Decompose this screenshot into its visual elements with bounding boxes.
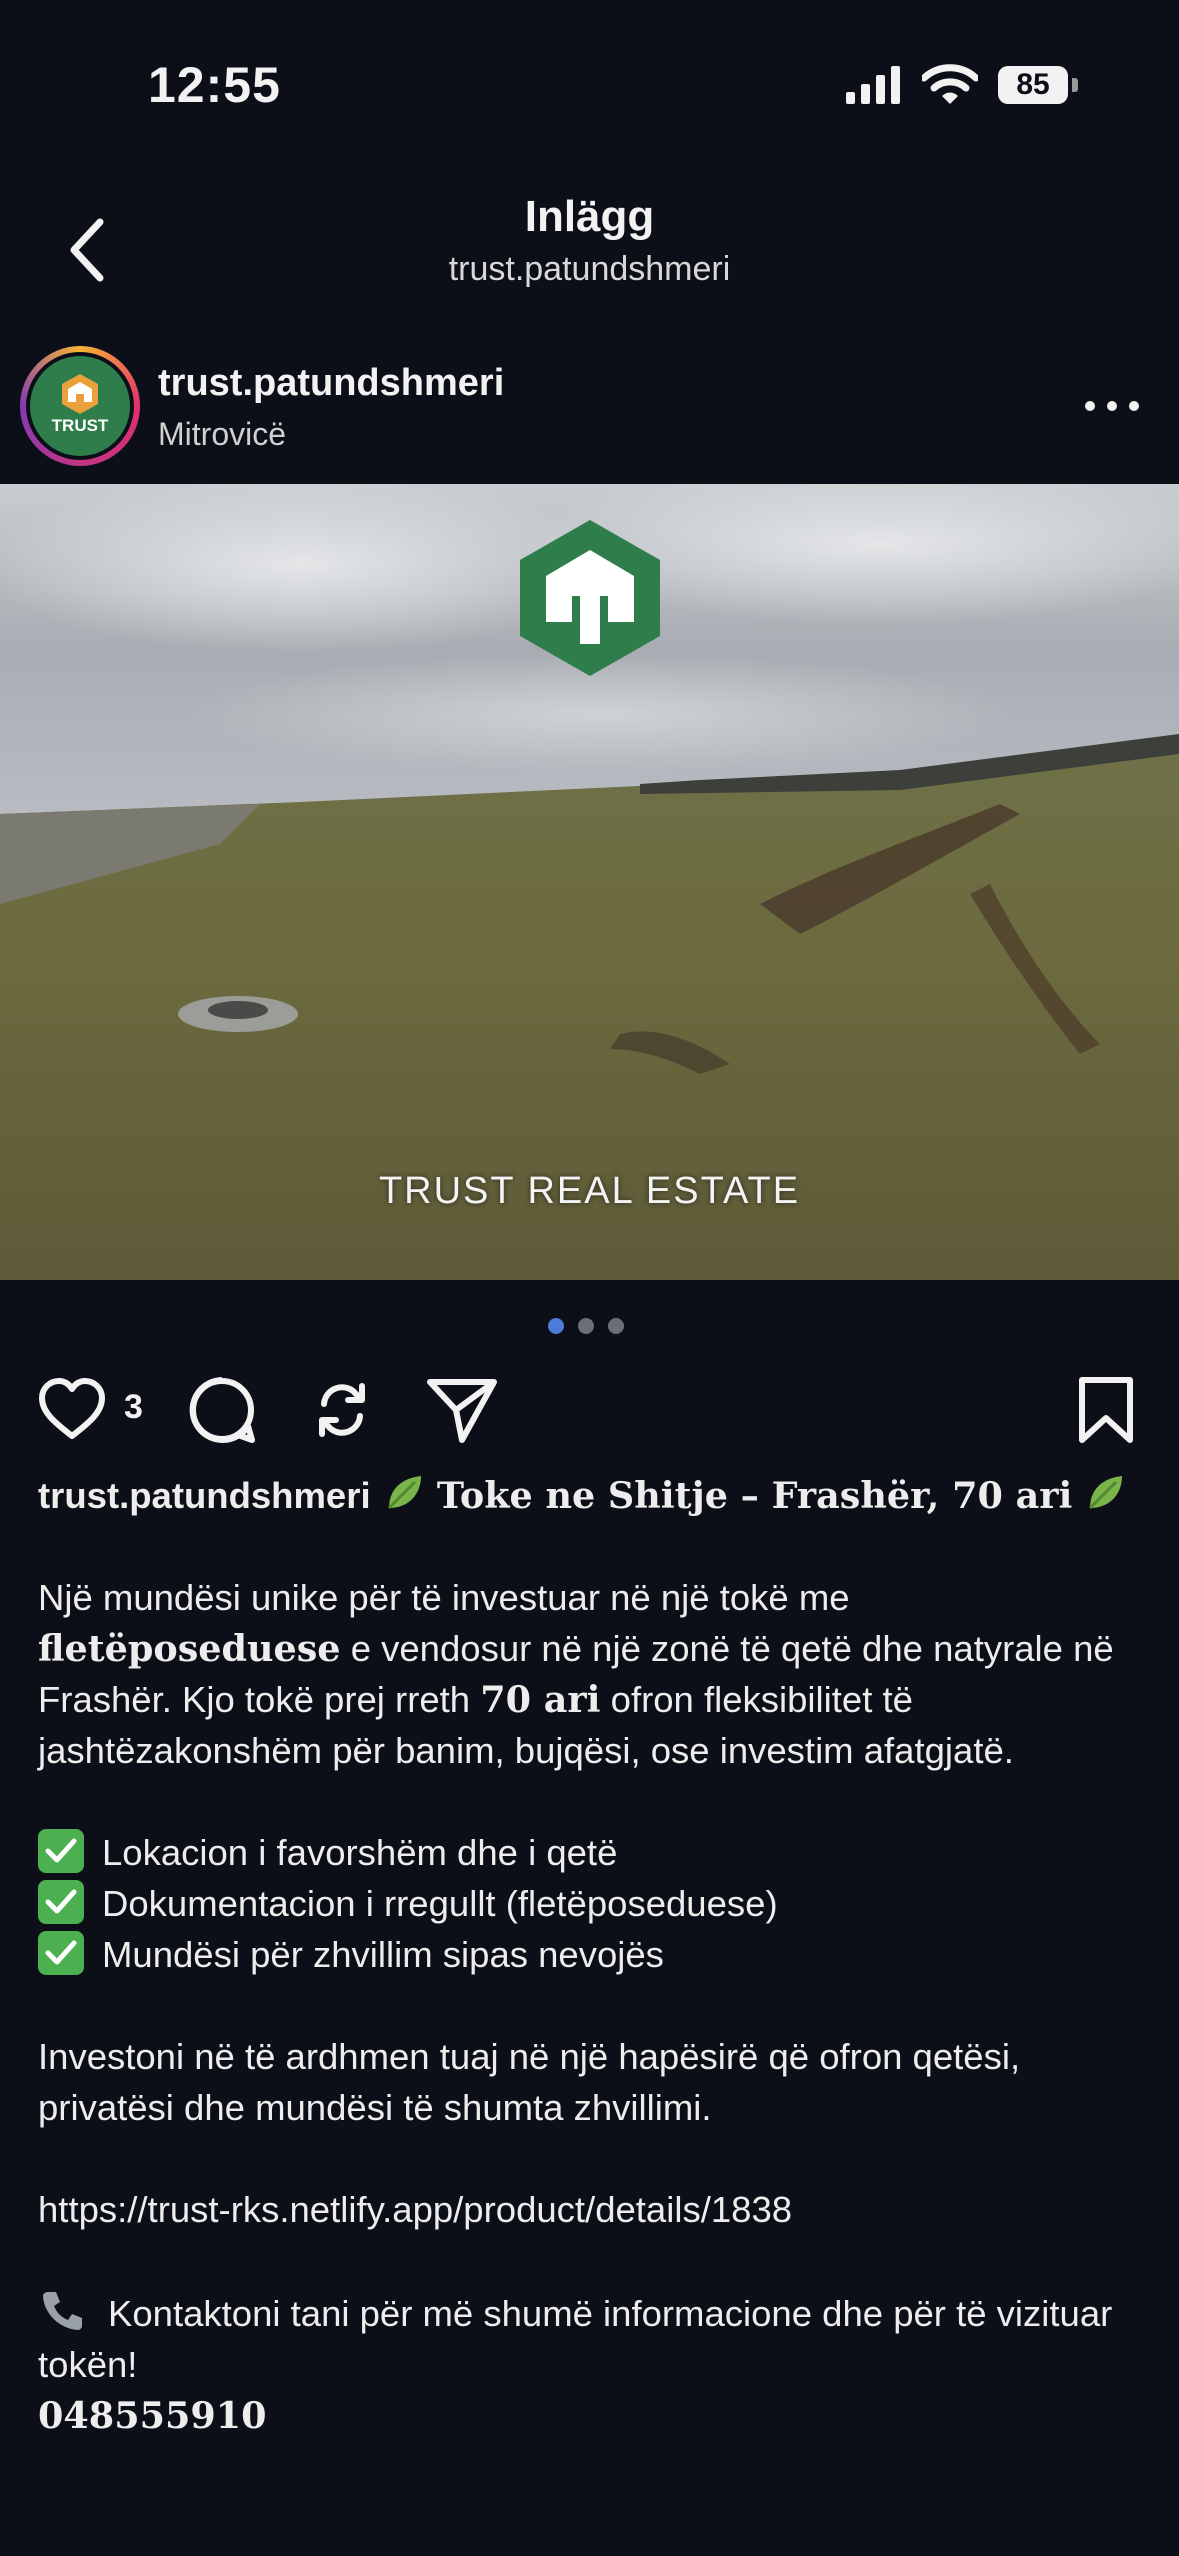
post-caption: trust.patundshmeri Toke ne Shitje – Fras… xyxy=(38,1470,1148,2441)
like-count[interactable]: 3 xyxy=(124,1388,143,1427)
caption-paragraph-1: Një mundësi unike për të investuar në nj… xyxy=(38,1572,1148,1776)
phone-icon xyxy=(43,2292,82,2330)
post-header: TRUST trust.patundshmeri Mitrovicë xyxy=(0,338,1179,478)
carousel-dot-3 xyxy=(608,1318,624,1334)
wifi-icon xyxy=(922,64,978,104)
battery-indicator: 85 xyxy=(998,66,1068,104)
post-username[interactable]: trust.patundshmeri xyxy=(158,362,504,405)
caption-link[interactable]: https://trust-rks.netlify.app/product/de… xyxy=(38,2184,1148,2235)
leaf-emoji-icon xyxy=(1089,1476,1123,1510)
contact-text: Kontaktoni tani për më shumë informacion… xyxy=(38,2293,1113,2385)
avatar[interactable]: TRUST xyxy=(20,346,140,466)
post-image[interactable]: TRUST REAL ESTATE xyxy=(0,484,1179,1280)
checklist-text: Mundësi për zhvillim sipas nevojës xyxy=(102,1934,664,1975)
carousel-dot-2 xyxy=(578,1318,594,1334)
comment-icon[interactable] xyxy=(186,1374,258,1446)
checklist-text: Dokumentacion i rregullt (fletëposeduese… xyxy=(102,1883,778,1924)
carousel-dot-1 xyxy=(548,1318,564,1334)
image-watermark: TRUST REAL ESTATE xyxy=(378,1170,801,1212)
check-mark-icon xyxy=(38,1829,84,1873)
caption-bold-text: 70 ari xyxy=(480,1678,601,1721)
caption-username[interactable]: trust.patundshmeri xyxy=(38,1475,371,1516)
caption-contact: Kontaktoni tani për më shumë informacion… xyxy=(38,2286,1148,2390)
battery-tip xyxy=(1072,78,1078,92)
house-logo-icon xyxy=(62,374,98,414)
phone-number[interactable]: 048555910 xyxy=(38,2390,1148,2441)
nav-header: Inlägg trust.patundshmeri xyxy=(0,170,1179,330)
signal-icon xyxy=(846,66,900,104)
status-bar: 12:55 85 xyxy=(0,0,1179,170)
checklist-item: Dokumentacion i rregullt (fletëposeduese… xyxy=(38,1878,1148,1929)
avatar-ring-inner: TRUST xyxy=(26,352,134,460)
check-mark-icon xyxy=(38,1931,84,1975)
caption-paragraph-2: Investoni në të ardhmen tuaj në një hapë… xyxy=(38,2036,1021,2128)
caption-text: Një mundësi unike për të investuar në nj… xyxy=(38,1577,850,1618)
checklist-item: Mundësi për zhvillim sipas nevojës xyxy=(38,1929,1148,1980)
checklist-text: Lokacion i favorshëm dhe i qetë xyxy=(102,1832,618,1873)
like-heart-icon[interactable] xyxy=(36,1374,108,1446)
post-location[interactable]: Mitrovicë xyxy=(158,416,286,453)
more-options-icon[interactable] xyxy=(1082,394,1142,418)
bookmark-icon[interactable] xyxy=(1076,1374,1136,1446)
action-bar: 3 xyxy=(0,1370,1179,1470)
caption-headline: Toke ne Shitje – Frashër, 70 ari xyxy=(436,1474,1073,1517)
avatar-logo: TRUST xyxy=(30,356,130,456)
caption-bold-text: fletëposeduese xyxy=(38,1627,341,1670)
check-mark-icon xyxy=(38,1880,84,1924)
checklist-item: Lokacion i favorshëm dhe i qetë xyxy=(38,1827,1148,1878)
share-send-icon[interactable] xyxy=(424,1374,500,1446)
leaf-emoji-icon xyxy=(387,1476,421,1510)
repost-icon[interactable] xyxy=(306,1374,378,1446)
status-time: 12:55 xyxy=(148,57,281,113)
page-title: Inlägg xyxy=(524,192,655,241)
caption-headline-line: trust.patundshmeri Toke ne Shitje – Fras… xyxy=(38,1470,1148,1521)
avatar-text: TRUST xyxy=(51,416,109,435)
brand-logo-icon xyxy=(520,520,660,676)
page-subtitle: trust.patundshmeri xyxy=(448,250,731,288)
